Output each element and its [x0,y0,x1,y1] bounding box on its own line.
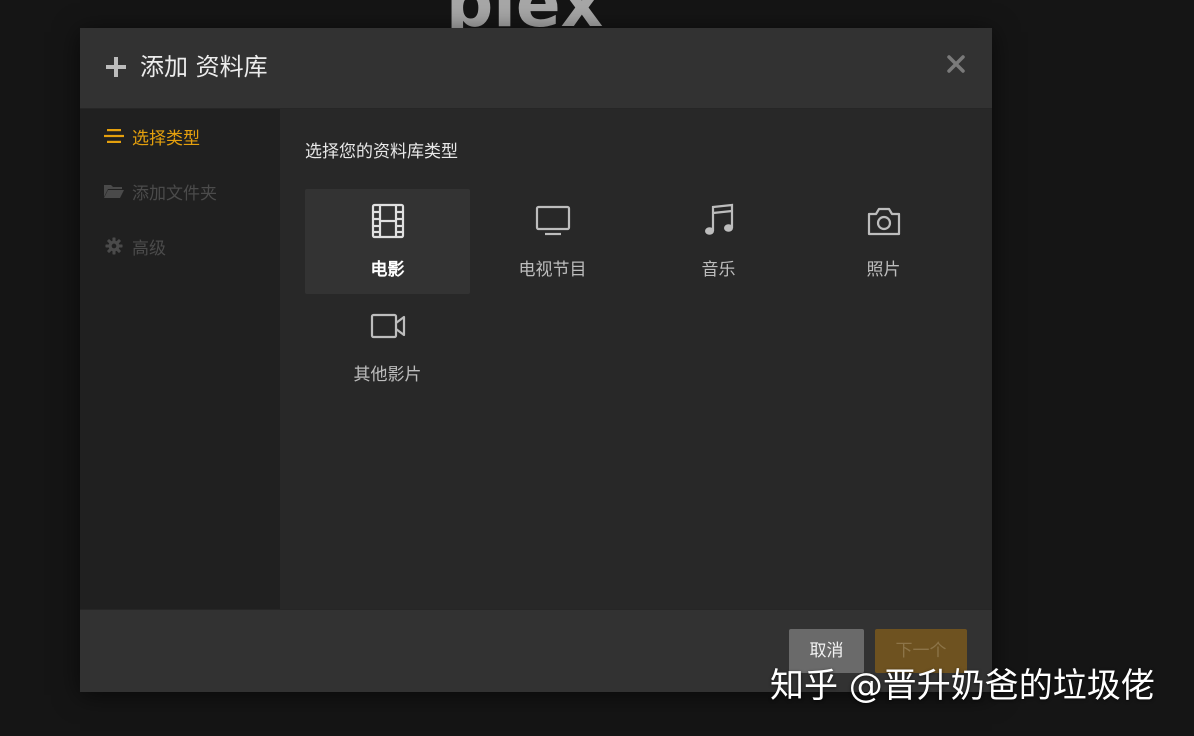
video-camera-icon [370,313,405,339]
dialog-sidebar: 选择类型 添加文件夹 高级 [80,109,280,609]
library-type-panel: 选择您的资料库类型 电影 电视节目 音乐 照片 其他影片 [280,109,992,609]
sidebar-item-add-folder: 添加文件夹 [104,178,217,204]
sidebar-item-label: 高级 [132,238,166,259]
sidebar-item-select-type[interactable]: 选择类型 [104,123,200,149]
library-type-movies[interactable]: 电影 [305,189,470,294]
library-type-photos[interactable]: 照片 [801,189,966,294]
sidebar-item-label: 选择类型 [132,128,200,149]
library-type-label: 电视节目 [518,260,587,280]
dialog-header: 添加 资料库 [80,28,992,109]
music-icon [704,203,733,235]
sidebar-item-label: 添加文件夹 [132,183,217,204]
library-type-other-videos[interactable]: 其他影片 [305,294,470,399]
plus-icon [106,57,126,77]
library-type-label: 电影 [370,260,405,280]
sidebar-item-advanced: 高级 [104,233,166,259]
library-type-tv-shows[interactable]: 电视节目 [470,189,635,294]
plex-logo: plex [446,0,626,30]
close-icon[interactable] [944,52,968,76]
library-type-label: 音乐 [701,260,736,280]
library-type-label: 照片 [866,260,901,280]
zhihu-watermark: 知乎 @晋升奶爸的垃圾佬 [770,666,1155,706]
camera-icon [867,207,900,236]
film-icon [371,203,404,239]
list-icon [104,129,124,143]
panel-heading: 选择您的资料库类型 [305,142,458,162]
library-type-music[interactable]: 音乐 [636,189,801,294]
add-library-dialog: 添加 资料库 选择类型 添加文件夹 高级 选择您的资料库类型 电影 电视节目 音… [80,28,992,692]
tv-icon [535,205,570,236]
library-type-label: 其他影片 [353,365,422,385]
folder-icon [104,185,124,198]
dialog-title: 添加 资料库 [140,53,268,81]
gear-icon [105,237,123,255]
logo-text: plex [446,0,603,30]
plex-logo-graphic: plex [446,0,603,30]
